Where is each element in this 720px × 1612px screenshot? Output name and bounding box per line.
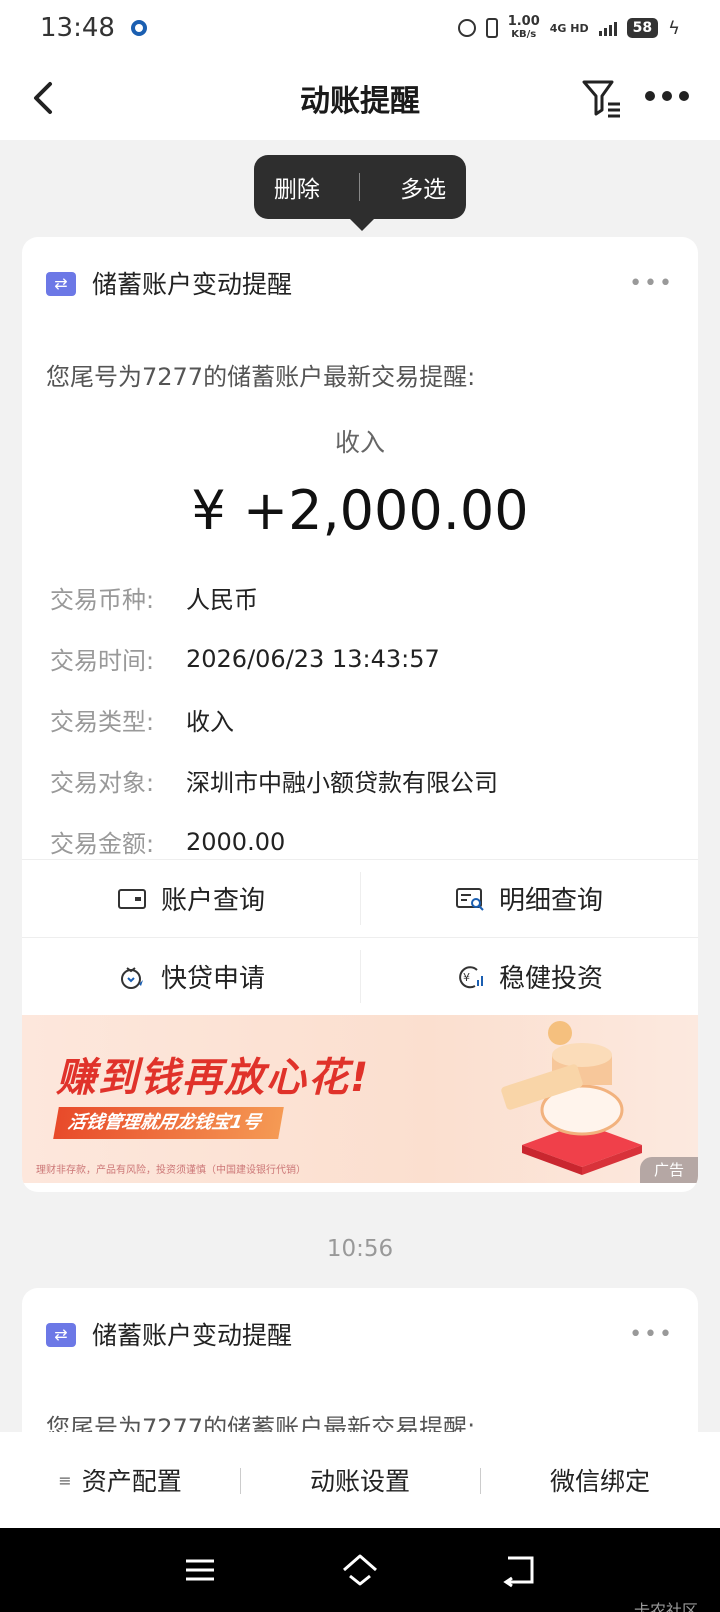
status-time: 13:48: [40, 13, 115, 43]
detail-row-counterparty: 交易对象: 深圳市中融小额贷款有限公司: [50, 750, 498, 811]
net-speed-value: 1.00: [507, 14, 540, 29]
status-bar: 13:48 1.00 KB/s 4G HD 58 ϟ: [0, 0, 720, 56]
detail-row-time: 交易时间: 2026/06/23 13:43:57: [50, 628, 498, 689]
card-title: 储蓄账户变动提醒: [92, 270, 293, 299]
alarm-icon: [457, 19, 476, 37]
battery-level: 58: [626, 18, 659, 38]
detail-row-currency: 交易币种: 人民币: [50, 567, 498, 628]
vibrate-icon: [485, 18, 498, 38]
filter-icon[interactable]: [578, 74, 626, 122]
transfer-icon: [46, 272, 76, 296]
network-indicator: 4G HD: [549, 21, 589, 35]
tab-wechat-bind[interactable]: 微信绑定: [480, 1462, 720, 1498]
ad-title: 赚到钱再放心花!: [56, 1055, 371, 1101]
detail-query-button[interactable]: 明细查询: [360, 860, 698, 937]
detail-row-type: 交易类型: 收入: [50, 689, 498, 750]
back-button[interactable]: [26, 76, 66, 120]
delete-button[interactable]: 删除: [274, 170, 320, 204]
detail-label: 交易币种:: [50, 586, 155, 614]
card-more-button[interactable]: •••: [629, 1322, 674, 1347]
detail-value: 深圳市中融小额贷款有限公司: [186, 769, 498, 797]
loan-apply-button[interactable]: 快贷申请: [22, 938, 360, 1015]
multiselect-button[interactable]: 多选: [400, 170, 446, 204]
page-title: 动账提醒: [300, 84, 420, 119]
loan-apply-label: 快贷申请: [160, 964, 265, 994]
tab-account-settings[interactable]: 动账设置: [240, 1462, 480, 1498]
tab-asset-config[interactable]: ≡ 资产配置: [0, 1462, 240, 1498]
recent-apps-icon[interactable]: [180, 1550, 220, 1590]
yuan-chart-icon: ¥: [459, 965, 483, 988]
list-search-icon: [455, 887, 484, 911]
home-icon[interactable]: [340, 1550, 380, 1590]
system-nav-bar: [0, 1528, 720, 1612]
transaction-kind: 收入: [334, 428, 385, 457]
detail-value: 2026/06/23 13:43:57: [186, 644, 440, 673]
signal-icon: [598, 20, 617, 36]
time-separator: 10:56: [326, 1236, 394, 1262]
card-actions: 账户查询 明细查询 快贷申请 ¥ 稳健投资: [22, 859, 698, 1015]
wallet-icon: [117, 888, 146, 909]
detail-label: 交易类型:: [50, 708, 155, 736]
transfer-icon: [46, 1323, 76, 1347]
ad-banner[interactable]: 赚到钱再放心花! 活钱管理就用龙钱宝1号 理财非存款，产品有风险，投资须谨慎（中…: [22, 1015, 698, 1183]
context-popup: 删除 多选: [254, 155, 466, 231]
steady-invest-label: 稳健投资: [498, 964, 603, 994]
card-more-button[interactable]: •••: [629, 271, 674, 296]
bottom-tab-bar: ≡ 资产配置 动账设置 微信绑定: [0, 1432, 720, 1528]
tab-label: 动账设置: [309, 1467, 410, 1496]
more-options-icon[interactable]: [644, 86, 690, 106]
ad-subtitle: 活钱管理就用龙钱宝1号: [53, 1107, 284, 1139]
transaction-amount: ¥ +2,000.00: [191, 479, 529, 542]
transaction-card[interactable]: 储蓄账户变动提醒 ••• 您尾号为7277的储蓄账户最新交易提醒: 收入 ¥ +…: [22, 237, 698, 1192]
detail-rows: 交易币种: 人民币 交易时间: 2026/06/23 13:43:57 交易类型…: [50, 567, 498, 872]
account-query-button[interactable]: 账户查询: [22, 860, 360, 937]
detail-value: 收入: [186, 708, 234, 736]
app-header: 动账提醒: [0, 56, 720, 140]
card-title: 储蓄账户变动提醒: [92, 1321, 293, 1350]
watermark: 卡农社区: [633, 1601, 698, 1612]
detail-label: 交易时间:: [50, 647, 155, 675]
net-speed-unit: KB/s: [511, 29, 537, 40]
ad-tag: 广告: [640, 1157, 698, 1183]
ad-disclaimer: 理财非存款，产品有风险，投资须谨慎（中国建设银行代销）: [36, 1165, 306, 1176]
money-bag-icon: [120, 966, 143, 989]
action-row: 快贷申请 ¥ 稳健投资: [22, 937, 698, 1015]
card-header: 储蓄账户变动提醒 •••: [22, 237, 698, 321]
detail-query-label: 明细查询: [498, 886, 603, 916]
tab-label: 微信绑定: [549, 1467, 650, 1496]
card-header: 储蓄账户变动提醒 •••: [22, 1288, 698, 1372]
svg-text:¥: ¥: [463, 971, 470, 984]
action-row: 账户查询 明细查询: [22, 859, 698, 937]
net-speed: 1.00 KB/s: [508, 15, 540, 41]
back-nav-icon[interactable]: [500, 1550, 540, 1590]
steady-invest-button[interactable]: ¥ 稳健投资: [360, 938, 698, 1015]
detail-value: 人民币: [186, 586, 258, 614]
detail-value: 2000.00: [186, 827, 286, 856]
bank-notification-icon: [130, 20, 147, 36]
detail-label: 交易对象:: [50, 769, 155, 797]
menu-icon: ≡: [58, 1470, 72, 1490]
tab-label: 资产配置: [81, 1467, 182, 1496]
detail-label: 交易金额:: [50, 830, 155, 858]
card-intro: 您尾号为7277的储蓄账户最新交易提醒:: [46, 363, 476, 391]
charging-icon: ϟ: [668, 17, 680, 39]
popup-divider: [359, 173, 361, 201]
account-query-label: 账户查询: [160, 886, 265, 916]
